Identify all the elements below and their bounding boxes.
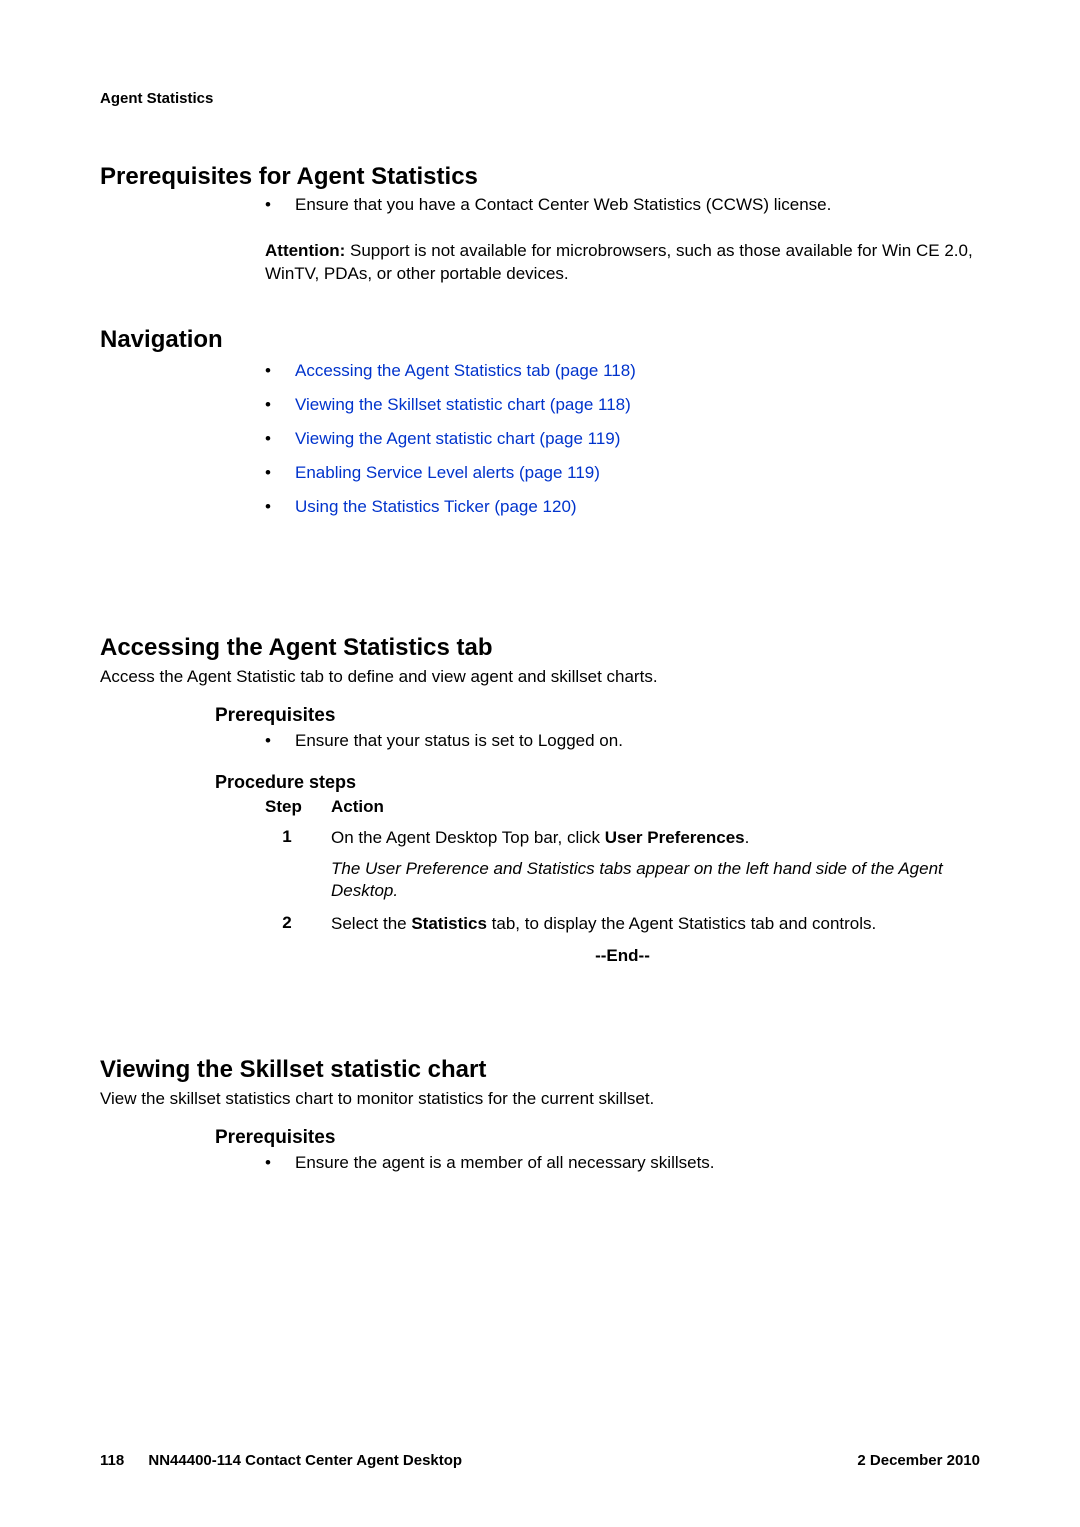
step-action: Select the Statistics tab, to display th…	[331, 913, 980, 936]
bullet-dot-icon: •	[265, 191, 295, 220]
nav-link[interactable]: Viewing the Agent statistic chart (page …	[295, 422, 620, 456]
step-number: 2	[265, 913, 331, 936]
bullet-dot-icon: •	[265, 388, 295, 422]
attention-body-text: Support is not available for microbrowse…	[265, 241, 973, 283]
bullet-dot-icon: •	[265, 727, 295, 756]
footer-date: 2 December 2010	[857, 1452, 980, 1469]
nav-link[interactable]: Enabling Service Level alerts (page 119)	[295, 456, 600, 490]
nav-link[interactable]: Using the Statistics Ticker (page 120)	[295, 490, 577, 524]
step-action: On the Agent Desktop Top bar, click User…	[331, 827, 980, 904]
step2-text-post: tab, to display the Agent Statistics tab…	[487, 914, 876, 933]
bullet-text: Ensure the agent is a member of all nece…	[295, 1149, 715, 1178]
footer-left: 118 NN44400-114 Contact Center Agent Des…	[100, 1452, 462, 1469]
subheading-prerequisites-2: Prerequisites	[215, 1111, 980, 1149]
col-action: Action	[331, 797, 384, 817]
attention-note: Attention: Support is not available for …	[265, 240, 980, 286]
heading-navigation: Navigation	[100, 316, 980, 354]
step2-text-pre: Select the	[331, 914, 411, 933]
page-number: 118	[100, 1452, 124, 1469]
bullet-dot-icon: •	[265, 1149, 295, 1178]
nav-item-statistics-ticker: • Using the Statistics Ticker (page 120)	[265, 490, 980, 524]
step-row-2: 2 Select the Statistics tab, to display …	[265, 913, 980, 936]
nav-link[interactable]: Viewing the Skillset statistic chart (pa…	[295, 388, 631, 422]
bullet-member-skillsets: • Ensure the agent is a member of all ne…	[265, 1149, 980, 1178]
bullet-logged-on: • Ensure that your status is set to Logg…	[265, 727, 980, 756]
bullet-text: Ensure that you have a Contact Center We…	[295, 191, 831, 220]
step-row-1: 1 On the Agent Desktop Top bar, click Us…	[265, 827, 980, 904]
step1-description: The User Preference and Statistics tabs …	[331, 858, 980, 904]
accessing-body: Access the Agent Statistic tab to define…	[100, 666, 980, 689]
step1-text-post: .	[745, 828, 750, 847]
step-number: 1	[265, 827, 331, 904]
bullet-dot-icon: •	[265, 354, 295, 388]
bullet-text: Ensure that your status is set to Logged…	[295, 727, 623, 756]
end-marker: --End--	[265, 946, 980, 966]
step-table-header: Step Action	[265, 795, 980, 817]
nav-link[interactable]: Accessing the Agent Statistics tab (page…	[295, 354, 636, 388]
nav-item-agent-chart: • Viewing the Agent statistic chart (pag…	[265, 422, 980, 456]
subheading-prerequisites-1: Prerequisites	[215, 689, 980, 727]
step2-bold: Statistics	[411, 914, 487, 933]
col-step: Step	[265, 797, 331, 817]
viewing-body: View the skillset statistics chart to mo…	[100, 1088, 980, 1111]
bullet-dot-icon: •	[265, 490, 295, 524]
nav-item-service-level-alerts: • Enabling Service Level alerts (page 11…	[265, 456, 980, 490]
bullet-dot-icon: •	[265, 422, 295, 456]
doc-id: NN44400-114 Contact Center Agent Desktop	[148, 1452, 462, 1469]
step1-bold: User Preferences	[605, 828, 745, 847]
bullet-ccws-license: • Ensure that you have a Contact Center …	[265, 191, 980, 220]
subheading-procedure-steps: Procedure steps	[215, 756, 980, 795]
heading-prerequisites: Prerequisites for Agent Statistics	[100, 153, 980, 191]
nav-item-access-stats-tab: • Accessing the Agent Statistics tab (pa…	[265, 354, 980, 388]
page-footer: 118 NN44400-114 Contact Center Agent Des…	[100, 1452, 980, 1469]
step1-text-pre: On the Agent Desktop Top bar, click	[331, 828, 605, 847]
heading-viewing-skillset: Viewing the Skillset statistic chart	[100, 1046, 980, 1084]
heading-accessing: Accessing the Agent Statistics tab	[100, 624, 980, 662]
running-header: Agent Statistics	[100, 90, 980, 107]
bullet-dot-icon: •	[265, 456, 295, 490]
attention-label: Attention:	[265, 241, 345, 260]
nav-item-skillset-chart: • Viewing the Skillset statistic chart (…	[265, 388, 980, 422]
